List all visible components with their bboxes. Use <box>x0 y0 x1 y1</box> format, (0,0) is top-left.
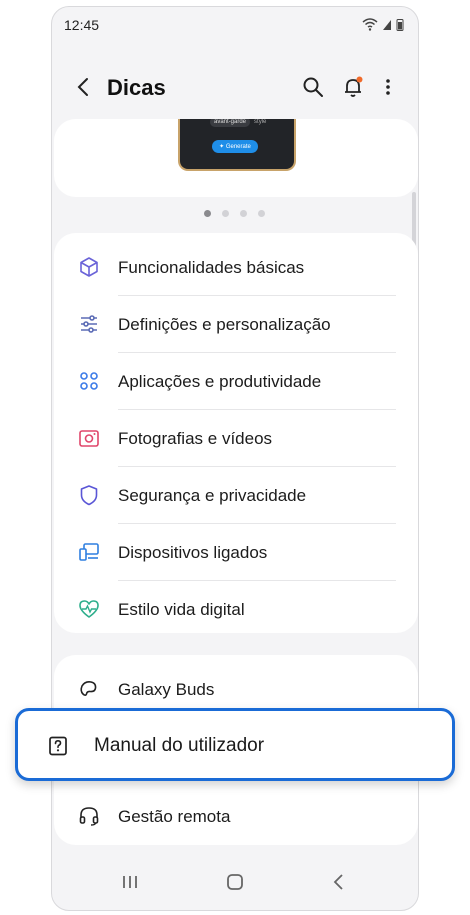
list-item-remote-management[interactable]: Gestão remota <box>54 788 418 845</box>
search-button[interactable] <box>301 75 325 99</box>
list-item-label: Dispositivos ligados <box>118 542 268 562</box>
list-item-label: Estilo vida digital <box>118 599 245 619</box>
list-item-label: Manual do utilizador <box>94 735 265 756</box>
status-icons <box>362 17 404 31</box>
help-book-icon <box>49 736 67 756</box>
heart-pulse-icon <box>79 600 99 618</box>
recents-icon <box>123 876 137 888</box>
buds-icon <box>80 681 97 697</box>
list-item-apps[interactable]: Aplicações e produtividade <box>54 353 418 410</box>
list-item-label: Fotografias e vídeos <box>118 428 273 448</box>
shield-icon <box>80 485 98 506</box>
list-item-user-manual[interactable]: Manual do utilizador <box>15 708 455 781</box>
list-item-basic-features[interactable]: Funcionalidades básicas <box>54 239 418 296</box>
sliders-icon <box>81 315 97 333</box>
cube-icon <box>80 257 98 277</box>
status-bar: 12:45 <box>52 7 418 43</box>
list-item-photos[interactable]: Fotografias e vídeos <box>54 410 418 467</box>
banner-tag-chip: avant-garde <box>210 119 251 127</box>
status-time: 12:45 <box>64 17 100 33</box>
recents-button[interactable] <box>116 868 144 896</box>
page-title: Dicas <box>107 75 166 100</box>
bell-icon <box>345 76 363 97</box>
camera-icon <box>79 430 99 447</box>
list-item-label: Galaxy Buds <box>118 679 215 699</box>
signal-icon <box>383 20 391 30</box>
notifications-button[interactable] <box>341 75 365 99</box>
banner-tags: avant-garde style <box>210 119 266 127</box>
nav-back-button[interactable] <box>325 868 353 896</box>
list-item-label: Definições e personalização <box>118 314 331 334</box>
pager-dot-3[interactable] <box>240 210 247 217</box>
list-item-security[interactable]: Segurança e privacidade <box>54 467 418 524</box>
list-item-label: Gestão remota <box>118 806 231 826</box>
topics-card: Funcionalidades básicas Definições e per… <box>54 233 418 633</box>
app-bar: Dicas <box>52 67 418 107</box>
list-item-label: Aplicações e produtividade <box>118 371 322 391</box>
banner-pager <box>204 210 265 217</box>
list-item-label: Segurança e privacidade <box>118 485 307 505</box>
banner-tag-suffix: style <box>254 119 267 125</box>
banner-generate-label: Generate <box>225 143 251 150</box>
apps-grid-icon <box>80 372 98 390</box>
list-item-label: Funcionalidades básicas <box>118 257 305 277</box>
wifi-icon <box>362 18 378 31</box>
navigation-bar <box>52 854 418 910</box>
chevron-left-icon <box>333 874 343 890</box>
banner-generate-chip: ✦ Generate <box>212 140 258 153</box>
battery-icon <box>396 18 404 31</box>
more-vertical-icon <box>386 79 390 95</box>
headset-icon <box>79 807 99 826</box>
pager-dot-4[interactable] <box>258 210 265 217</box>
more-options-button[interactable] <box>378 75 398 99</box>
devices-icon <box>79 543 99 561</box>
search-icon <box>303 77 323 97</box>
list-item-settings[interactable]: Definições e personalização <box>54 296 418 353</box>
list-item-digital-wellbeing[interactable]: Estilo vida digital <box>54 581 418 638</box>
pager-dot-1[interactable] <box>204 210 211 217</box>
home-button[interactable] <box>221 868 249 896</box>
back-button[interactable] <box>72 75 96 99</box>
tips-banner[interactable]: avant-garde style ✦ Generate <box>54 119 418 197</box>
list-item-connected-devices[interactable]: Dispositivos ligados <box>54 524 418 581</box>
home-icon <box>227 874 243 890</box>
banner-phone-image: avant-garde style ✦ Generate <box>178 119 296 171</box>
chevron-left-icon <box>77 78 88 96</box>
pager-dot-2[interactable] <box>222 210 229 217</box>
